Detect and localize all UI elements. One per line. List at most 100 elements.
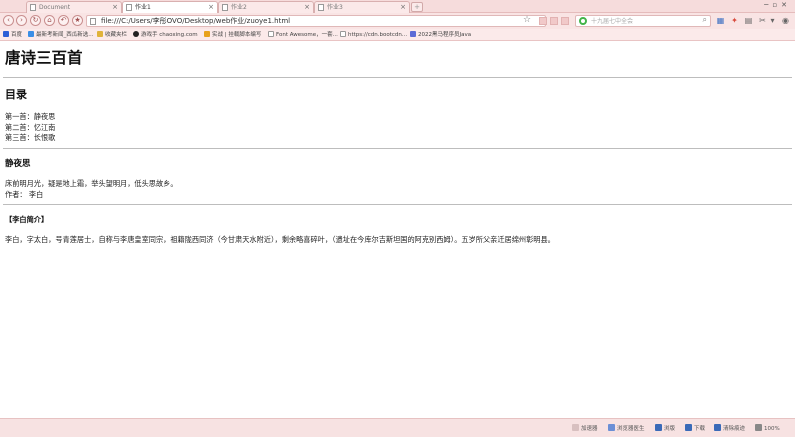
search-box[interactable]: 十九届七中全会 ⌕ <box>575 15 711 27</box>
tab-strip: Document × 作业1 × 作业2 × 作业3 × + ─▫✕ <box>0 0 795 13</box>
forward-icon[interactable]: › <box>16 15 27 26</box>
status-download[interactable]: 下载 <box>685 424 705 433</box>
tab-zuoye2[interactable]: 作业2 × <box>218 1 314 13</box>
divider <box>3 204 792 205</box>
download-icon <box>685 424 692 431</box>
page-icon <box>126 4 132 11</box>
close-icon[interactable]: × <box>400 2 406 13</box>
bookmark-label: 2022黑马程序员Java <box>418 32 472 38</box>
bookmark-fontawesome[interactable]: Font Awesome，一套... <box>268 29 338 41</box>
reader-icon[interactable] <box>539 17 547 25</box>
bio-text: 李白，字太白，号青莲居士，自称与李唐皇室同宗，祖籍陇西同济（今甘肃天水附近），剩… <box>5 235 555 244</box>
status-label: 加速器 <box>581 426 598 432</box>
page-icon <box>340 31 346 37</box>
page-icon <box>268 31 274 37</box>
new-tab-button[interactable]: + <box>411 2 423 12</box>
broom-icon <box>714 424 721 431</box>
tab-zuoye1[interactable]: 作业1 × <box>122 1 218 13</box>
refresh-icon[interactable]: ↻ <box>30 15 41 26</box>
bookmarks-bar: 百度 最新考新闻_西瓜新选... 收藏夹栏 游戏手 chaoxing.com 实… <box>0 29 795 41</box>
status-label: 100% <box>764 426 780 432</box>
menu-icon[interactable]: ◉ <box>781 16 790 25</box>
tab-zuoye3[interactable]: 作业3 × <box>314 1 410 13</box>
url-text: file:///C:/Users/李彤OVO/Desktop/web作业/zuo… <box>101 17 291 25</box>
tab-label: Document <box>39 4 71 11</box>
poem-body: 床前明月光，疑是地上霜，举头望明月，低头思故乡。 作者： 李白 <box>5 179 178 200</box>
tools-icon[interactable]: ✂ <box>758 16 767 25</box>
apps-icon[interactable]: ▦ <box>716 16 725 25</box>
search-placeholder: 十九届七中全会 <box>591 18 634 25</box>
bookmark-label: 实战 | 挂载脚本编写 <box>212 32 262 38</box>
status-clear[interactable]: 清除痕迹 <box>714 424 745 433</box>
baidu-icon <box>3 31 9 37</box>
bookmark-label: 收藏夹栏 <box>105 32 128 38</box>
page-icon <box>90 18 96 25</box>
status-zoom[interactable]: 100% <box>755 424 780 433</box>
bookmark-script[interactable]: 实战 | 挂载脚本编写 <box>204 29 261 41</box>
undo-icon[interactable]: ↶ <box>58 15 69 26</box>
bookmark-chaoxing[interactable]: 游戏手 chaoxing.com <box>133 29 198 41</box>
status-accelerator[interactable]: 加速器 <box>572 424 598 433</box>
accelerator-icon <box>572 424 579 431</box>
news-icon <box>28 31 34 37</box>
doctor-icon <box>608 424 615 431</box>
author-line: 作者： 李白 <box>5 189 44 199</box>
bio-heading: 【李白简介】 <box>5 215 49 224</box>
window-controls[interactable]: ─▫✕ <box>764 1 791 9</box>
back-icon[interactable]: ‹ <box>3 15 14 26</box>
divider <box>3 77 792 78</box>
script-icon <box>204 31 210 37</box>
page-icon <box>318 4 324 11</box>
status-bar: 加速器 浏览器医生 浏版 下载 清除痕迹 100% <box>0 418 795 437</box>
favorite-icon[interactable]: ★ <box>72 15 83 26</box>
toc-list: 第一首：静夜思 第二首：忆江南 第三首：长恨歌 <box>5 112 55 144</box>
close-icon[interactable]: × <box>112 2 118 13</box>
zoom-icon <box>755 424 762 431</box>
status-label: 清除痕迹 <box>723 426 746 432</box>
status-doctor[interactable]: 浏览器医生 <box>608 424 645 433</box>
toc-heading: 目录 <box>5 88 27 101</box>
tab-document[interactable]: Document × <box>26 1 122 13</box>
poem-title: 静夜思 <box>5 159 31 169</box>
chevron-down-icon[interactable]: ▾ <box>768 16 777 25</box>
divider <box>3 148 792 149</box>
page-icon <box>222 4 228 11</box>
status-label: 浏览器医生 <box>617 426 645 432</box>
page-icon <box>30 4 36 11</box>
game-icon[interactable]: ✦ <box>730 16 739 25</box>
bookmark-label: 最新考新闻_西瓜新选... <box>36 32 94 38</box>
status-version[interactable]: 浏版 <box>655 424 675 433</box>
address-bar[interactable]: file:///C:/Users/李彤OVO/Desktop/web作业/zuo… <box>86 15 546 27</box>
folder-icon <box>97 31 103 37</box>
search-engine-icon <box>579 17 587 25</box>
poem-text: 床前明月光，疑是地上霜，举头望明月，低头思故乡。 <box>5 179 178 188</box>
video-icon <box>410 31 416 37</box>
bookmark-baidu[interactable]: 百度 <box>3 29 22 41</box>
toc-link-2[interactable]: 第二首：忆江南 <box>5 123 55 134</box>
star-icon[interactable]: ☆ <box>523 15 531 25</box>
dropdown-icon[interactable] <box>561 17 569 25</box>
status-label: 下载 <box>694 426 706 432</box>
search-icon[interactable]: ⌕ <box>703 15 707 25</box>
nav-toolbar: ‹ › ↻ ⌂ ↶ ★ file:///C:/Users/李彤OVO/Deskt… <box>0 13 795 29</box>
page-title: 唐诗三百首 <box>5 49 83 67</box>
bookmark-label: 游戏手 chaoxing.com <box>141 32 198 38</box>
bookmark-label: https://cdn.bootcdn... <box>348 32 408 38</box>
status-label: 浏版 <box>664 426 676 432</box>
bookmark-news[interactable]: 最新考新闻_西瓜新选... <box>28 29 94 41</box>
bookmark-heima[interactable]: 2022黑马程序员Java <box>410 29 471 41</box>
close-icon[interactable]: × <box>304 2 310 13</box>
home-icon[interactable]: ⌂ <box>44 15 55 26</box>
bookmark-bootcdn[interactable]: https://cdn.bootcdn... <box>340 29 407 41</box>
tab-label: 作业1 <box>135 4 151 11</box>
compat-icon[interactable] <box>550 17 558 25</box>
bookmark-label: Font Awesome，一套... <box>276 32 338 38</box>
bookmark-label: 百度 <box>11 32 23 38</box>
close-icon[interactable]: × <box>208 2 214 13</box>
tab-label: 作业2 <box>231 4 247 11</box>
print-icon[interactable]: ▤ <box>744 16 753 25</box>
page-content: 唐诗三百首 目录 第一首：静夜思 第二首：忆江南 第三首：长恨歌 静夜思 床前明… <box>0 42 795 418</box>
toc-link-3[interactable]: 第三首：长恨歌 <box>5 133 55 144</box>
toc-link-1[interactable]: 第一首：静夜思 <box>5 112 55 123</box>
bookmark-folder[interactable]: 收藏夹栏 <box>97 29 127 41</box>
